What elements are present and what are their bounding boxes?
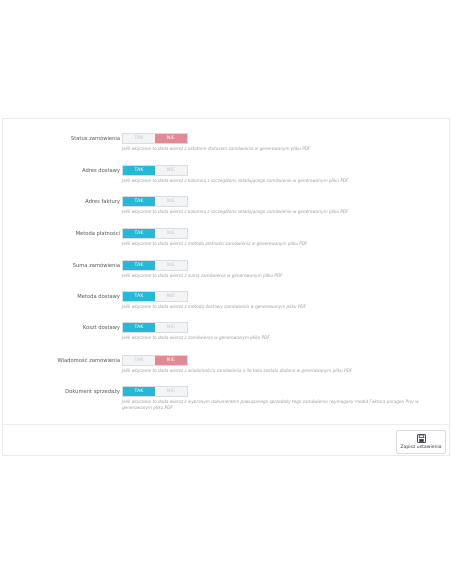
setting-label: Metoda dostawy bbox=[77, 294, 120, 300]
switch-option-tak[interactable]: TAK bbox=[123, 166, 155, 175]
setting-help-text: Jeśli włączone to doda wiersz z metodą p… bbox=[122, 241, 308, 246]
switch-option-tak[interactable]: TAK bbox=[123, 292, 155, 301]
setting-label: Status zamówienia bbox=[70, 136, 120, 142]
save-button-label: Zapisz ustawienia bbox=[400, 445, 442, 450]
setting-label: Suma zamówienia bbox=[72, 263, 120, 269]
setting-label: Metoda płatności bbox=[75, 231, 120, 237]
switch-option-tak[interactable]: TAK bbox=[123, 197, 155, 206]
switch-option-nie[interactable]: NIE bbox=[155, 356, 187, 365]
setting-help-text: Jeśli włączone to doda wiersz z ostatnim… bbox=[122, 146, 311, 151]
tak-nie-switch[interactable]: TAK NIE bbox=[122, 386, 188, 397]
switch-option-nie[interactable]: NIE bbox=[155, 323, 187, 332]
settings-list: Status zamówienia TAK NIE Jeśli włączone to… bbox=[3, 119, 449, 455]
switch-option-nie[interactable]: NIE bbox=[155, 166, 187, 175]
setting-help-text: Jeśli włączone to doda wiersz z wiadomoś… bbox=[122, 368, 353, 373]
tak-nie-switch[interactable]: TAK NIE bbox=[122, 291, 188, 302]
switch-option-tak[interactable]: TAK bbox=[123, 323, 155, 332]
settings-panel: Status zamówienia TAK NIE Jeśli włączone to… bbox=[2, 118, 450, 456]
switch-option-nie[interactable]: NIE bbox=[155, 292, 187, 301]
footer-divider bbox=[3, 424, 449, 425]
save-settings-button[interactable]: Zapisz ustawienia bbox=[396, 430, 446, 454]
switch-option-nie[interactable]: NIE bbox=[155, 229, 187, 238]
setting-label: Adres faktury bbox=[85, 199, 120, 205]
switch-option-nie[interactable]: NIE bbox=[155, 197, 187, 206]
setting-help-text: Jeśli włączone to doda wiersz z metodą d… bbox=[122, 304, 307, 309]
switch-option-nie[interactable]: NIE bbox=[155, 387, 187, 396]
setting-help-text: Jeśli włączone to doda wiersz z sumą zam… bbox=[122, 273, 283, 278]
setting-help-text: Jeśli włączone to doda wiersz z kolumną … bbox=[122, 178, 349, 183]
tak-nie-switch[interactable]: TAK NIE bbox=[122, 133, 188, 144]
tak-nie-switch[interactable]: TAK NIE bbox=[122, 228, 188, 239]
setting-label: Koszt dostawy bbox=[82, 325, 120, 331]
floppy-disk-icon bbox=[416, 434, 426, 443]
switch-option-nie[interactable]: NIE bbox=[155, 134, 187, 143]
tak-nie-switch[interactable]: TAK NIE bbox=[122, 322, 188, 333]
switch-option-tak[interactable]: TAK bbox=[123, 387, 155, 396]
setting-label: Adres dostawy bbox=[81, 168, 120, 174]
tak-nie-switch[interactable]: TAK NIE bbox=[122, 196, 188, 207]
setting-help-text: Jeśli włączone to doda wiersz z zamówien… bbox=[122, 335, 270, 340]
switch-option-tak[interactable]: TAK bbox=[123, 134, 155, 143]
switch-option-tak[interactable]: TAK bbox=[123, 229, 155, 238]
tak-nie-switch[interactable]: TAK NIE bbox=[122, 355, 188, 366]
setting-label: Dokument sprzedaży bbox=[65, 389, 120, 395]
switch-option-tak[interactable]: TAK bbox=[123, 261, 155, 270]
setting-help-text: Jeśli włączone to doda wiersz z wybranym… bbox=[122, 399, 419, 410]
tak-nie-switch[interactable]: TAK NIE bbox=[122, 165, 188, 176]
setting-help-text: Jeśli włączone to doda wiersz z kolumną … bbox=[122, 209, 349, 214]
switch-option-tak[interactable]: TAK bbox=[123, 356, 155, 365]
switch-option-nie[interactable]: NIE bbox=[155, 261, 187, 270]
setting-label: Wiadomość zamówienia bbox=[57, 358, 120, 364]
tak-nie-switch[interactable]: TAK NIE bbox=[122, 260, 188, 271]
